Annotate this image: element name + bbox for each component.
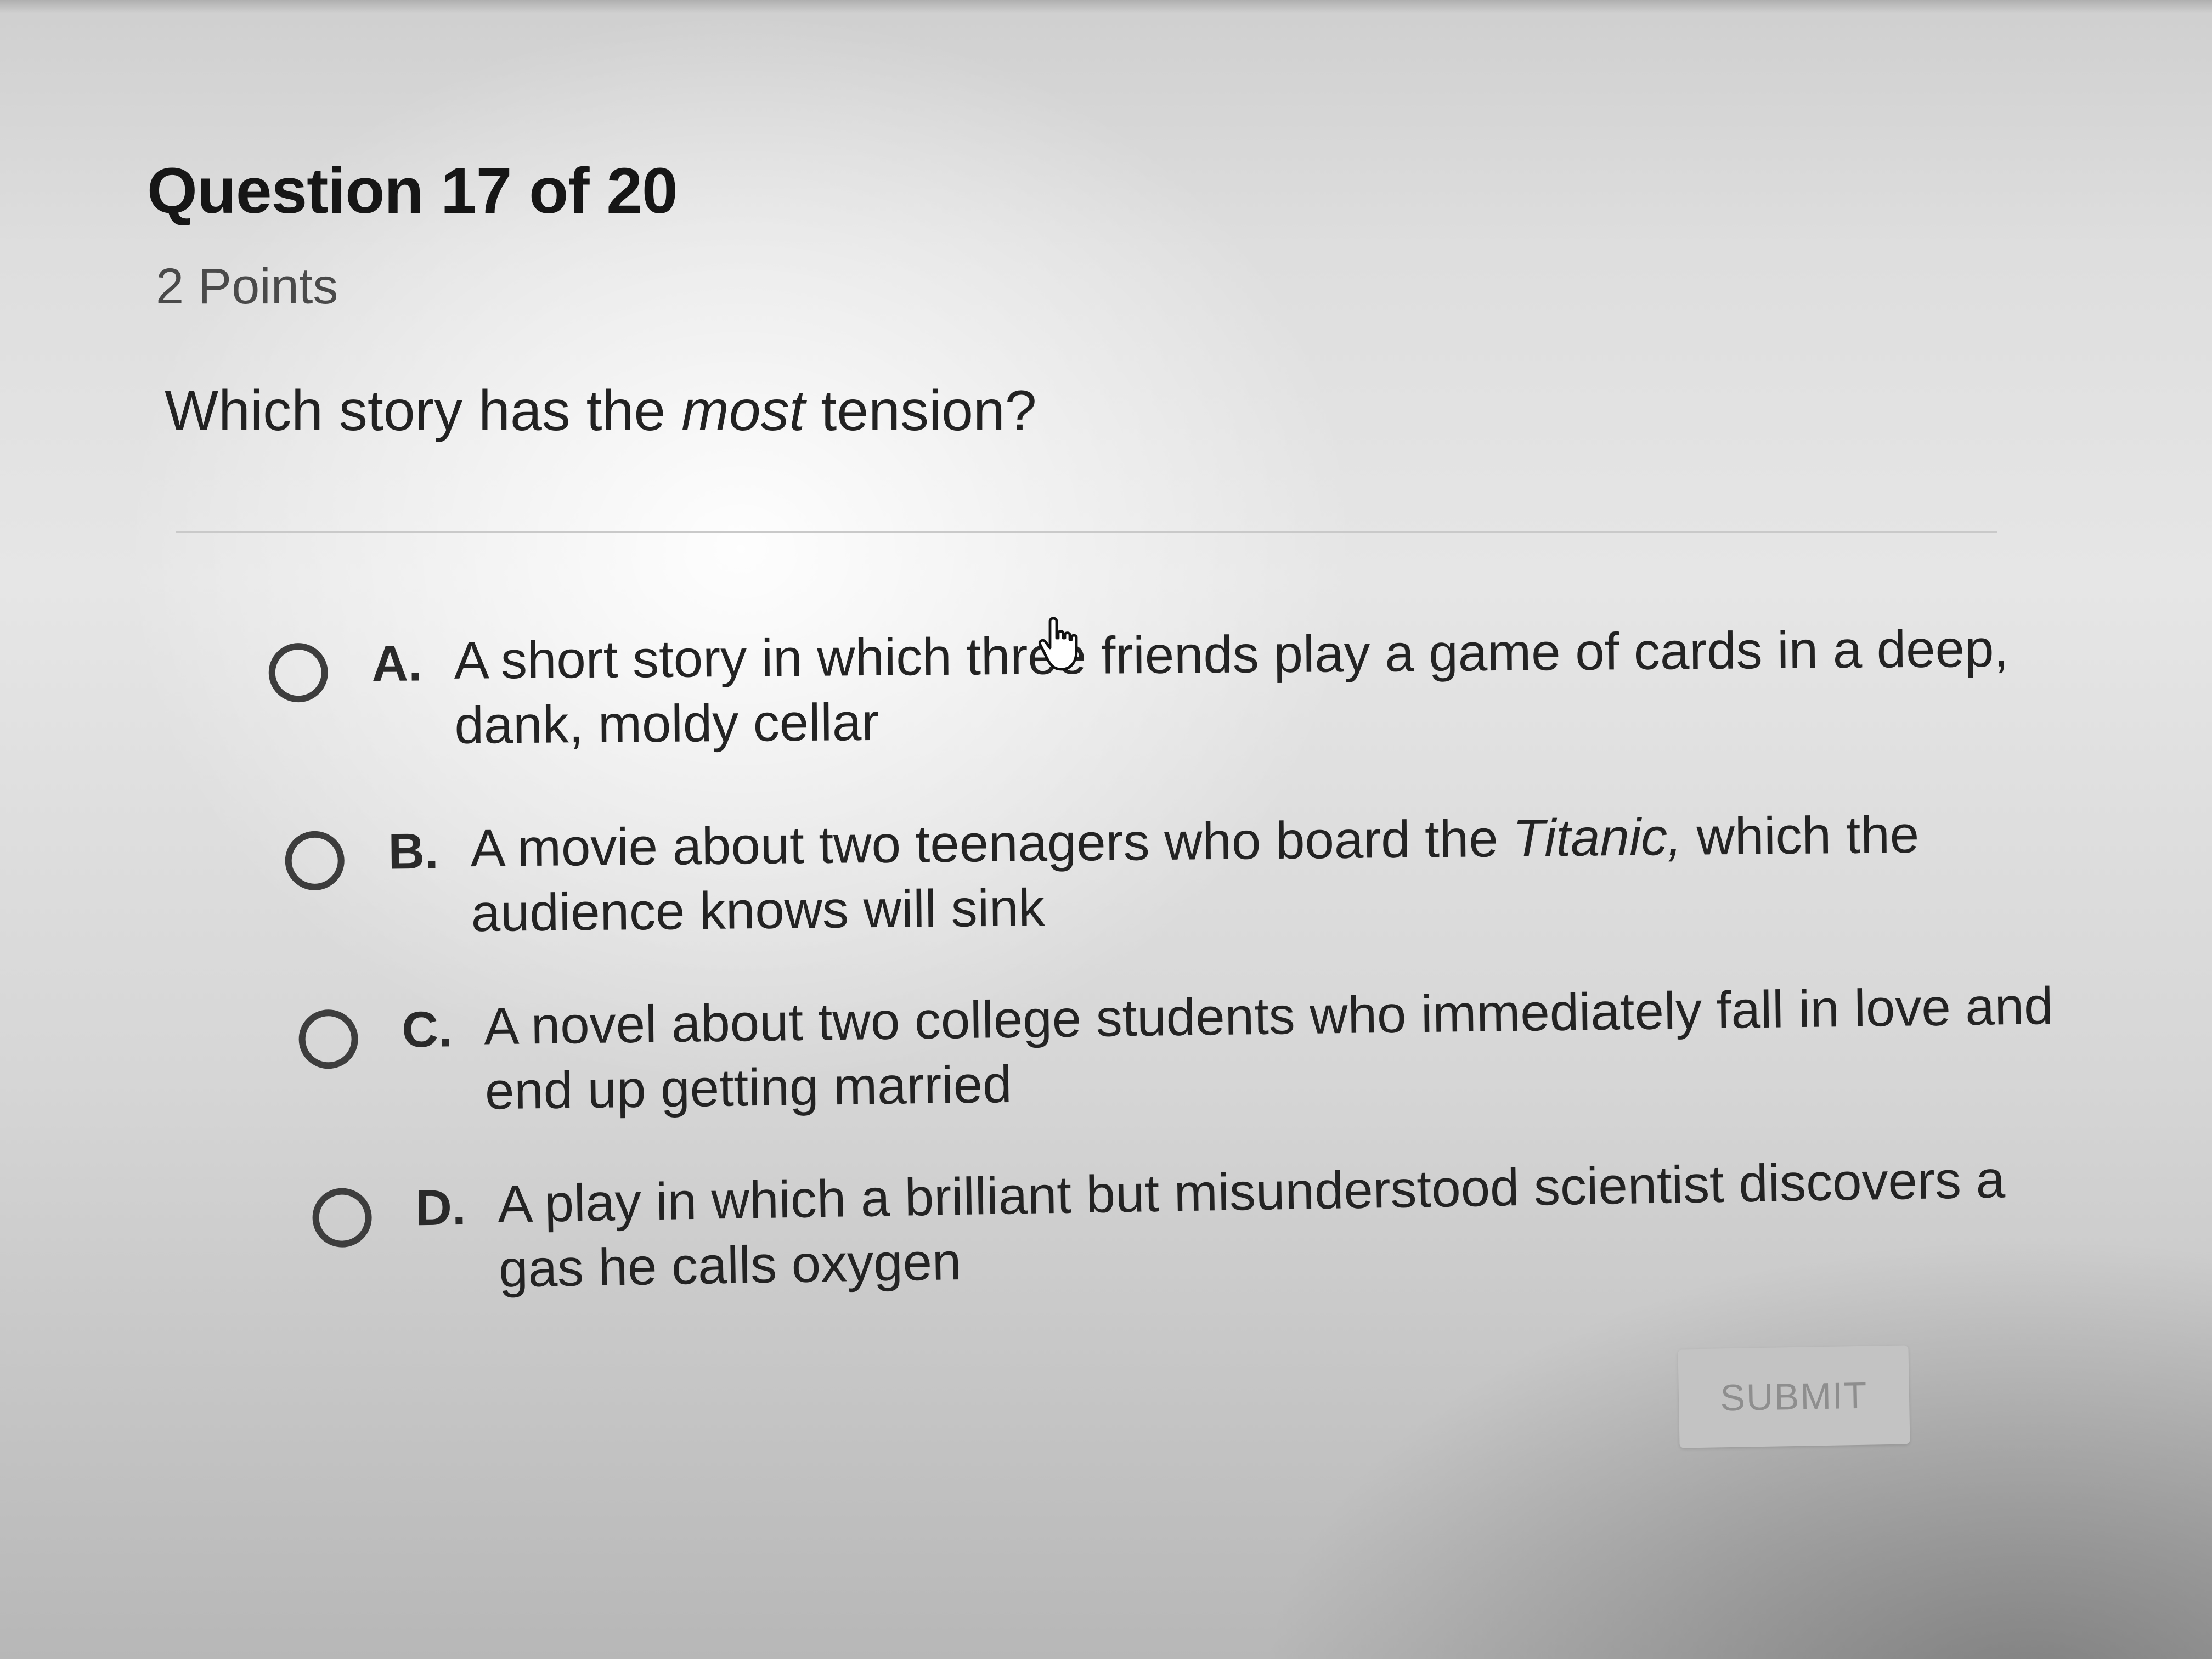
choice-text-a: A short story in which three friends pla… <box>454 613 2025 758</box>
choice-letter-d: D. <box>415 1179 467 1237</box>
choice-letter-a: A. <box>371 635 423 692</box>
radio-button-c[interactable] <box>298 1009 359 1069</box>
prompt-text-end: tension? <box>805 379 1037 443</box>
divider <box>176 531 1997 533</box>
choice-b[interactable]: B. A movie about two teenagers who board… <box>285 798 2041 948</box>
prompt-text-start: Which story has the <box>165 379 682 443</box>
radio-button-a[interactable] <box>268 642 329 703</box>
radio-button-d[interactable] <box>312 1187 373 1248</box>
hand-pointer-icon <box>1038 617 1078 671</box>
choice-text-d: A play in which a brilliant but misunder… <box>497 1143 2069 1301</box>
choice-d[interactable]: D. A play in which a brilliant but misun… <box>312 1143 2069 1305</box>
question-title: Question 17 of 20 <box>147 155 678 227</box>
choice-letter-b: B. <box>388 823 439 880</box>
choice-text-b-title: Titanic, <box>1512 807 1683 868</box>
question-prompt: Which story has the most tension? <box>165 379 1037 444</box>
submit-button[interactable]: SUBMIT <box>1678 1345 1910 1448</box>
choice-text-d-main: A play in which a brilliant but misunder… <box>497 1150 2006 1299</box>
choice-text-a-main: A short story in which three friends pla… <box>454 619 2009 755</box>
choice-text-b-start: A movie about two teenagers who board th… <box>470 809 1513 878</box>
choice-c[interactable]: C. A novel about two college students wh… <box>298 970 2056 1126</box>
choice-text-c: A novel about two college students who i… <box>484 970 2056 1124</box>
prompt-emphasis: most <box>681 379 805 443</box>
choice-letter-c: C. <box>401 1001 453 1058</box>
choice-a[interactable]: A. A short story in which three friends … <box>268 613 2025 759</box>
screen-top-edge <box>0 0 2212 13</box>
radio-button-b[interactable] <box>285 831 345 891</box>
choice-text-b: A movie about two teenagers who board th… <box>470 798 2041 946</box>
question-points: 2 Points <box>156 258 338 314</box>
choice-text-c-main: A novel about two college students who i… <box>483 977 2054 1121</box>
